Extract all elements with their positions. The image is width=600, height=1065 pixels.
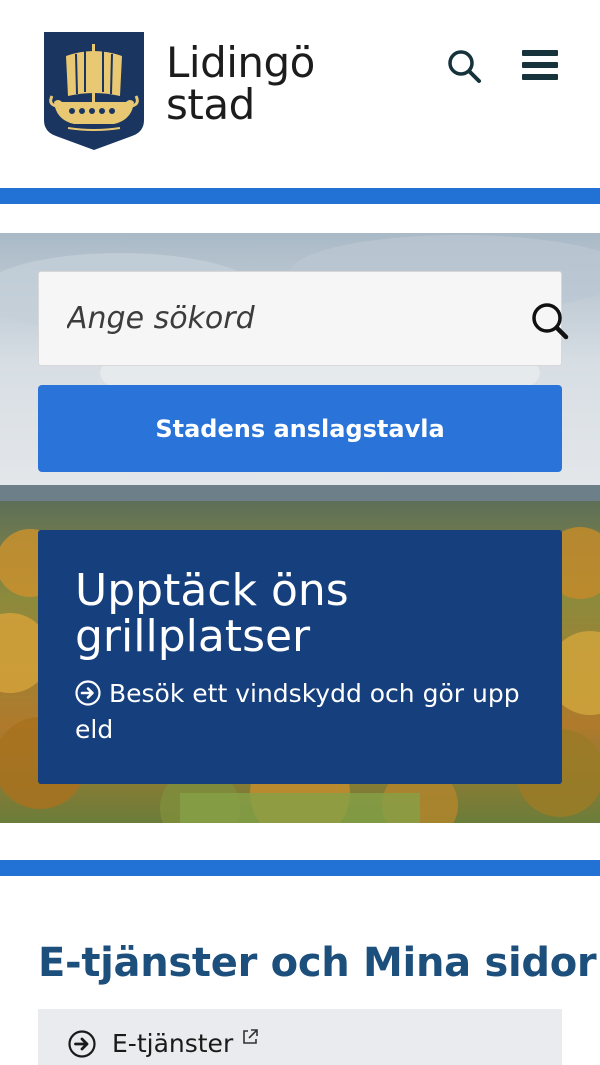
header-divider <box>0 188 600 204</box>
hamburger-menu-icon <box>522 50 558 80</box>
eservice-label: E-tjänster <box>112 1029 234 1058</box>
feature-card: Upptäck öns grillplatser Besök ett vinds… <box>38 530 562 784</box>
site-name[interactable]: Lidingö stad <box>166 42 315 126</box>
eservices-heading: E-tjänster och Mina sidor <box>38 940 597 986</box>
feature-link-label: Besök ett vindskydd och gör upp eld <box>75 679 520 744</box>
search-icon <box>448 50 481 83</box>
feature-link[interactable]: Besök ett vindskydd och gör upp eld <box>75 676 545 748</box>
feature-title: Upptäck öns grillplatser <box>75 565 349 662</box>
eservice-link[interactable]: E-tjänster <box>68 1028 259 1058</box>
notice-board-button[interactable]: Stadens anslagstavla <box>38 385 562 472</box>
site-search-form <box>38 271 569 366</box>
arrow-circle-right-icon <box>68 1029 96 1058</box>
lidingo-coat-of-arms-logo[interactable] <box>44 32 144 152</box>
site-header: Lidingö stad <box>0 0 600 188</box>
search-icon <box>532 303 569 340</box>
header-search-button[interactable] <box>446 48 482 84</box>
arrow-circle-right-icon <box>75 680 101 706</box>
search-submit-button[interactable] <box>529 302 571 340</box>
site-name-line2: stad <box>166 80 255 129</box>
site-name-line1: Lidingö <box>166 38 315 87</box>
main-menu-button[interactable] <box>522 50 558 82</box>
eservices-list: E-tjänster <box>38 1009 562 1065</box>
section-divider <box>0 860 600 876</box>
search-input[interactable] <box>39 272 479 365</box>
external-link-icon <box>243 1028 259 1044</box>
